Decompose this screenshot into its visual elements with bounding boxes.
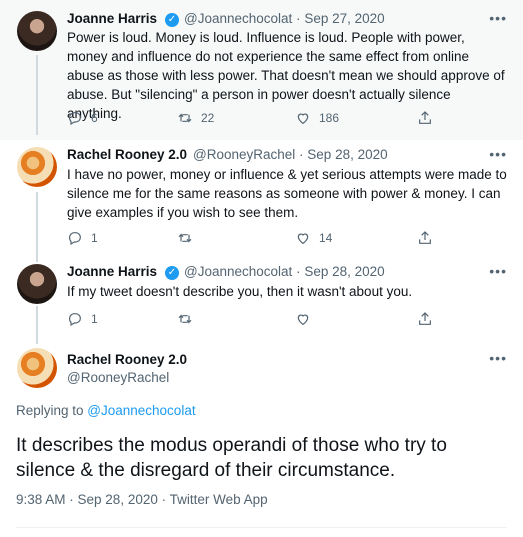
avatar[interactable] xyxy=(17,348,57,388)
reply-button[interactable]: 1 xyxy=(67,311,98,327)
like-count: 14 xyxy=(319,231,333,245)
reply-count: 1 xyxy=(91,231,98,245)
author-handle[interactable]: @RooneyRachel xyxy=(67,370,169,385)
separator-dot: · xyxy=(299,147,304,162)
share-icon xyxy=(419,111,431,124)
tweet-date[interactable]: Sep 28, 2020 xyxy=(307,147,387,162)
author-name[interactable]: Rachel Rooney 2.0 xyxy=(67,147,187,162)
author-name[interactable]: Rachel Rooney 2.0 xyxy=(67,352,187,367)
like-button[interactable]: 14 xyxy=(295,230,332,246)
replying-to-link[interactable]: @Joannechocolat xyxy=(87,403,195,418)
retweet-button[interactable]: 22 xyxy=(177,110,214,126)
like-icon xyxy=(297,113,309,125)
share-icon xyxy=(419,312,431,325)
tweet-date[interactable]: Sep 27, 2020 xyxy=(304,11,384,26)
handle-text: @Joannechocolat xyxy=(184,11,293,26)
like-button[interactable] xyxy=(295,311,319,327)
handle-text: @Joannechocolat xyxy=(184,264,293,279)
tweet-actions: 1 14 xyxy=(67,230,447,250)
separator-dot: · xyxy=(296,11,301,26)
tweet-actions: 1 xyxy=(67,311,447,331)
tweet-text: I have no power, money or influence & ye… xyxy=(67,167,507,220)
reply-icon xyxy=(69,313,81,327)
tweet-3[interactable]: Joanne Harris ✓ @Joannechocolat · Sep 28… xyxy=(0,260,523,340)
retweet-button[interactable] xyxy=(177,230,201,246)
reply-button[interactable]: 6 xyxy=(67,110,98,126)
thread-line xyxy=(36,192,38,262)
more-icon[interactable]: ••• xyxy=(489,146,507,162)
share-button[interactable] xyxy=(417,311,441,327)
reply-icon xyxy=(69,112,81,126)
retweet-icon xyxy=(178,113,192,123)
share-icon xyxy=(419,231,431,244)
tweet-actions: 6 22 186 xyxy=(67,110,447,130)
like-icon xyxy=(297,314,309,326)
tweet-2[interactable]: Rachel Rooney 2.0 @RooneyRachel · Sep 28… xyxy=(0,140,523,260)
author-handle[interactable]: @Joannechocolat · Sep 28, 2020 xyxy=(184,264,385,279)
reply-count: 6 xyxy=(91,111,98,125)
retweet-icon xyxy=(178,314,192,324)
avatar[interactable] xyxy=(17,11,57,51)
handle-text: @RooneyRachel xyxy=(193,147,296,162)
more-icon[interactable]: ••• xyxy=(489,10,507,26)
more-icon[interactable]: ••• xyxy=(489,350,507,366)
author-handle[interactable]: @Joannechocolat · Sep 27, 2020 xyxy=(184,11,385,26)
verified-badge-icon: ✓ xyxy=(165,13,179,27)
retweet-icon xyxy=(178,233,192,243)
replying-to: Replying to @Joannechocolat xyxy=(16,403,196,418)
more-icon[interactable]: ••• xyxy=(489,263,507,279)
thread-line xyxy=(36,306,38,344)
reply-count: 1 xyxy=(91,312,98,326)
verified-badge-icon: ✓ xyxy=(165,266,179,280)
share-button[interactable] xyxy=(417,230,441,246)
replying-prefix: Replying to xyxy=(16,403,88,418)
author-handle[interactable]: @RooneyRachel · Sep 28, 2020 xyxy=(193,147,388,162)
thread-line xyxy=(36,55,38,135)
retweet-button[interactable] xyxy=(177,311,201,327)
author-name[interactable]: Joanne Harris xyxy=(67,264,157,279)
avatar[interactable] xyxy=(17,147,57,187)
tweet-1[interactable]: Joanne Harris ✓ @Joannechocolat · Sep 27… xyxy=(0,0,523,140)
like-count: 186 xyxy=(319,111,340,125)
separator-dot: · xyxy=(296,264,301,279)
like-button[interactable]: 186 xyxy=(295,110,339,126)
like-icon xyxy=(297,233,309,245)
tweet-date[interactable]: Sep 28, 2020 xyxy=(304,264,384,279)
author-name[interactable]: Joanne Harris xyxy=(67,11,157,26)
tweet-text: If my tweet doesn't describe you, then i… xyxy=(67,284,413,299)
avatar[interactable] xyxy=(17,264,57,304)
retweet-count: 22 xyxy=(201,111,215,125)
thread-view: Joanne Harris ✓ @Joannechocolat · Sep 27… xyxy=(0,0,523,537)
divider xyxy=(16,527,507,528)
reply-icon xyxy=(69,232,81,246)
share-button[interactable] xyxy=(417,110,441,126)
tweet-timestamp[interactable]: 9:38 AM · Sep 28, 2020 · Twitter Web App xyxy=(16,492,268,507)
reply-button[interactable]: 1 xyxy=(67,230,98,246)
focused-tweet-text: It describes the modus operandi of those… xyxy=(16,435,447,481)
tweet-text: Power is loud. Money is loud. Influence … xyxy=(67,30,505,121)
